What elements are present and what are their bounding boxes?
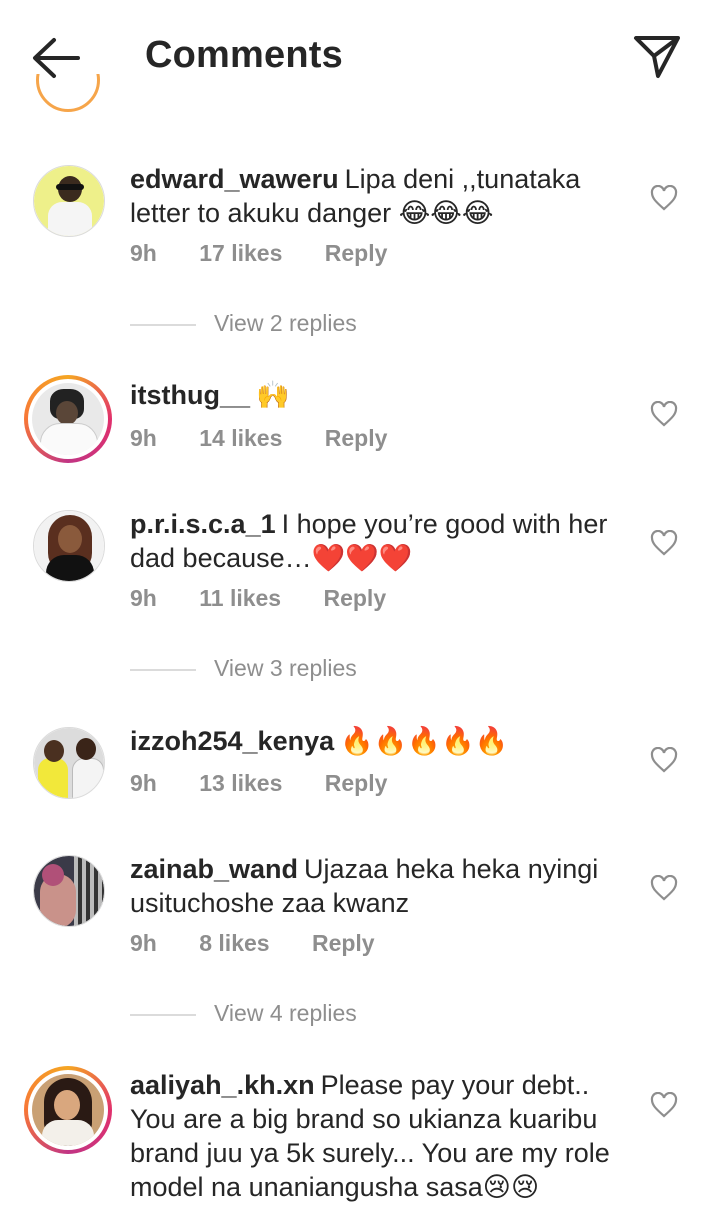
- view-replies-button[interactable]: View 3 replies: [130, 655, 357, 682]
- reply-button[interactable]: Reply: [325, 770, 388, 797]
- laughing-emoji: 😂: [461, 198, 494, 228]
- comment-text: izzoh254_kenya 🔥🔥🔥🔥🔥: [130, 724, 630, 758]
- view-replies-button[interactable]: View 2 replies: [130, 310, 357, 337]
- laughing-emoji: 😂: [398, 198, 431, 228]
- comment-text: aaliyah_.kh.xn Please pay your debt.. You…: [130, 1068, 640, 1204]
- reply-button[interactable]: Reply: [325, 240, 388, 267]
- fire-emoji: 🔥: [407, 726, 441, 756]
- fire-emoji: 🔥: [440, 726, 475, 756]
- avatar-partial[interactable]: [36, 74, 100, 118]
- comment-username[interactable]: edward_waweru: [130, 164, 339, 194]
- avatar[interactable]: [24, 1066, 112, 1154]
- comment-text: edward_waweru Lipa deni ,,tunataka letter…: [130, 162, 630, 230]
- heart-icon[interactable]: [650, 875, 678, 901]
- comment-time: 9h: [130, 770, 157, 796]
- likes-count[interactable]: 11 likes: [199, 585, 281, 612]
- red-heart-emoji: ❤️: [311, 543, 346, 573]
- comment-username[interactable]: itsthug__: [130, 380, 250, 410]
- comment-username[interactable]: aaliyah_.kh.xn: [130, 1070, 315, 1100]
- heart-icon[interactable]: [650, 747, 678, 773]
- avatar[interactable]: [33, 510, 105, 582]
- heart-icon[interactable]: [650, 185, 678, 211]
- fire-emoji: 🔥: [340, 726, 374, 756]
- crying-emoji: 😢: [510, 1172, 540, 1202]
- red-heart-emoji: ❤️: [345, 543, 379, 573]
- comment-meta: 9h 8 likes Reply: [130, 930, 375, 957]
- raising-hands-emoji: 🙌: [256, 380, 290, 410]
- fire-emoji: 🔥: [373, 726, 408, 756]
- divider-line: [130, 1013, 196, 1016]
- reply-button[interactable]: Reply: [312, 930, 375, 957]
- comment-username[interactable]: zainab_wand: [130, 854, 298, 884]
- divider-line: [130, 668, 196, 671]
- page-title: Comments: [145, 34, 343, 76]
- comment-time: 9h: [130, 425, 157, 451]
- heart-icon[interactable]: [650, 1092, 678, 1118]
- comment-time: 9h: [130, 585, 157, 611]
- top-bar: Comments: [0, 0, 720, 110]
- view-replies-button[interactable]: View 4 replies: [130, 1000, 357, 1027]
- comment-text: zainab_wand Ujazaa heka heka nyingi usitu…: [130, 852, 630, 920]
- likes-count[interactable]: 8 likes: [199, 930, 269, 957]
- comment-meta: 9h 11 likes Reply: [130, 585, 386, 612]
- divider-line: [130, 323, 196, 326]
- comment-meta: 9h 14 likes Reply: [130, 425, 387, 452]
- comment-text: p.r.i.s.c.a_1 I hope you’re good with her…: [130, 507, 630, 575]
- likes-count[interactable]: 14 likes: [199, 425, 282, 452]
- comment-username[interactable]: p.r.i.s.c.a_1: [130, 509, 276, 539]
- heart-icon[interactable]: [650, 401, 678, 427]
- comment-time: 9h: [130, 930, 157, 956]
- heart-icon[interactable]: [650, 530, 678, 556]
- crying-emoji: 😢: [482, 1172, 511, 1202]
- paper-plane-icon[interactable]: [632, 32, 682, 82]
- reply-button[interactable]: Reply: [325, 425, 388, 452]
- comment-time: 9h: [130, 240, 157, 266]
- laughing-emoji: 😂: [430, 198, 462, 228]
- likes-count[interactable]: 13 likes: [199, 770, 282, 797]
- fire-emoji: 🔥: [474, 726, 509, 756]
- comment-meta: 9h 13 likes Reply: [130, 770, 387, 797]
- likes-count[interactable]: 17 likes: [199, 240, 282, 267]
- avatar[interactable]: [24, 375, 112, 463]
- reply-button[interactable]: Reply: [323, 585, 386, 612]
- avatar[interactable]: [33, 727, 105, 799]
- comment-username[interactable]: izzoh254_kenya: [130, 726, 334, 756]
- comment-text: itsthug__ 🙌: [130, 378, 630, 412]
- avatar[interactable]: [33, 165, 105, 237]
- comment-meta: 9h 17 likes Reply: [130, 240, 387, 267]
- avatar[interactable]: [33, 855, 105, 927]
- red-heart-emoji: ❤️: [378, 543, 413, 573]
